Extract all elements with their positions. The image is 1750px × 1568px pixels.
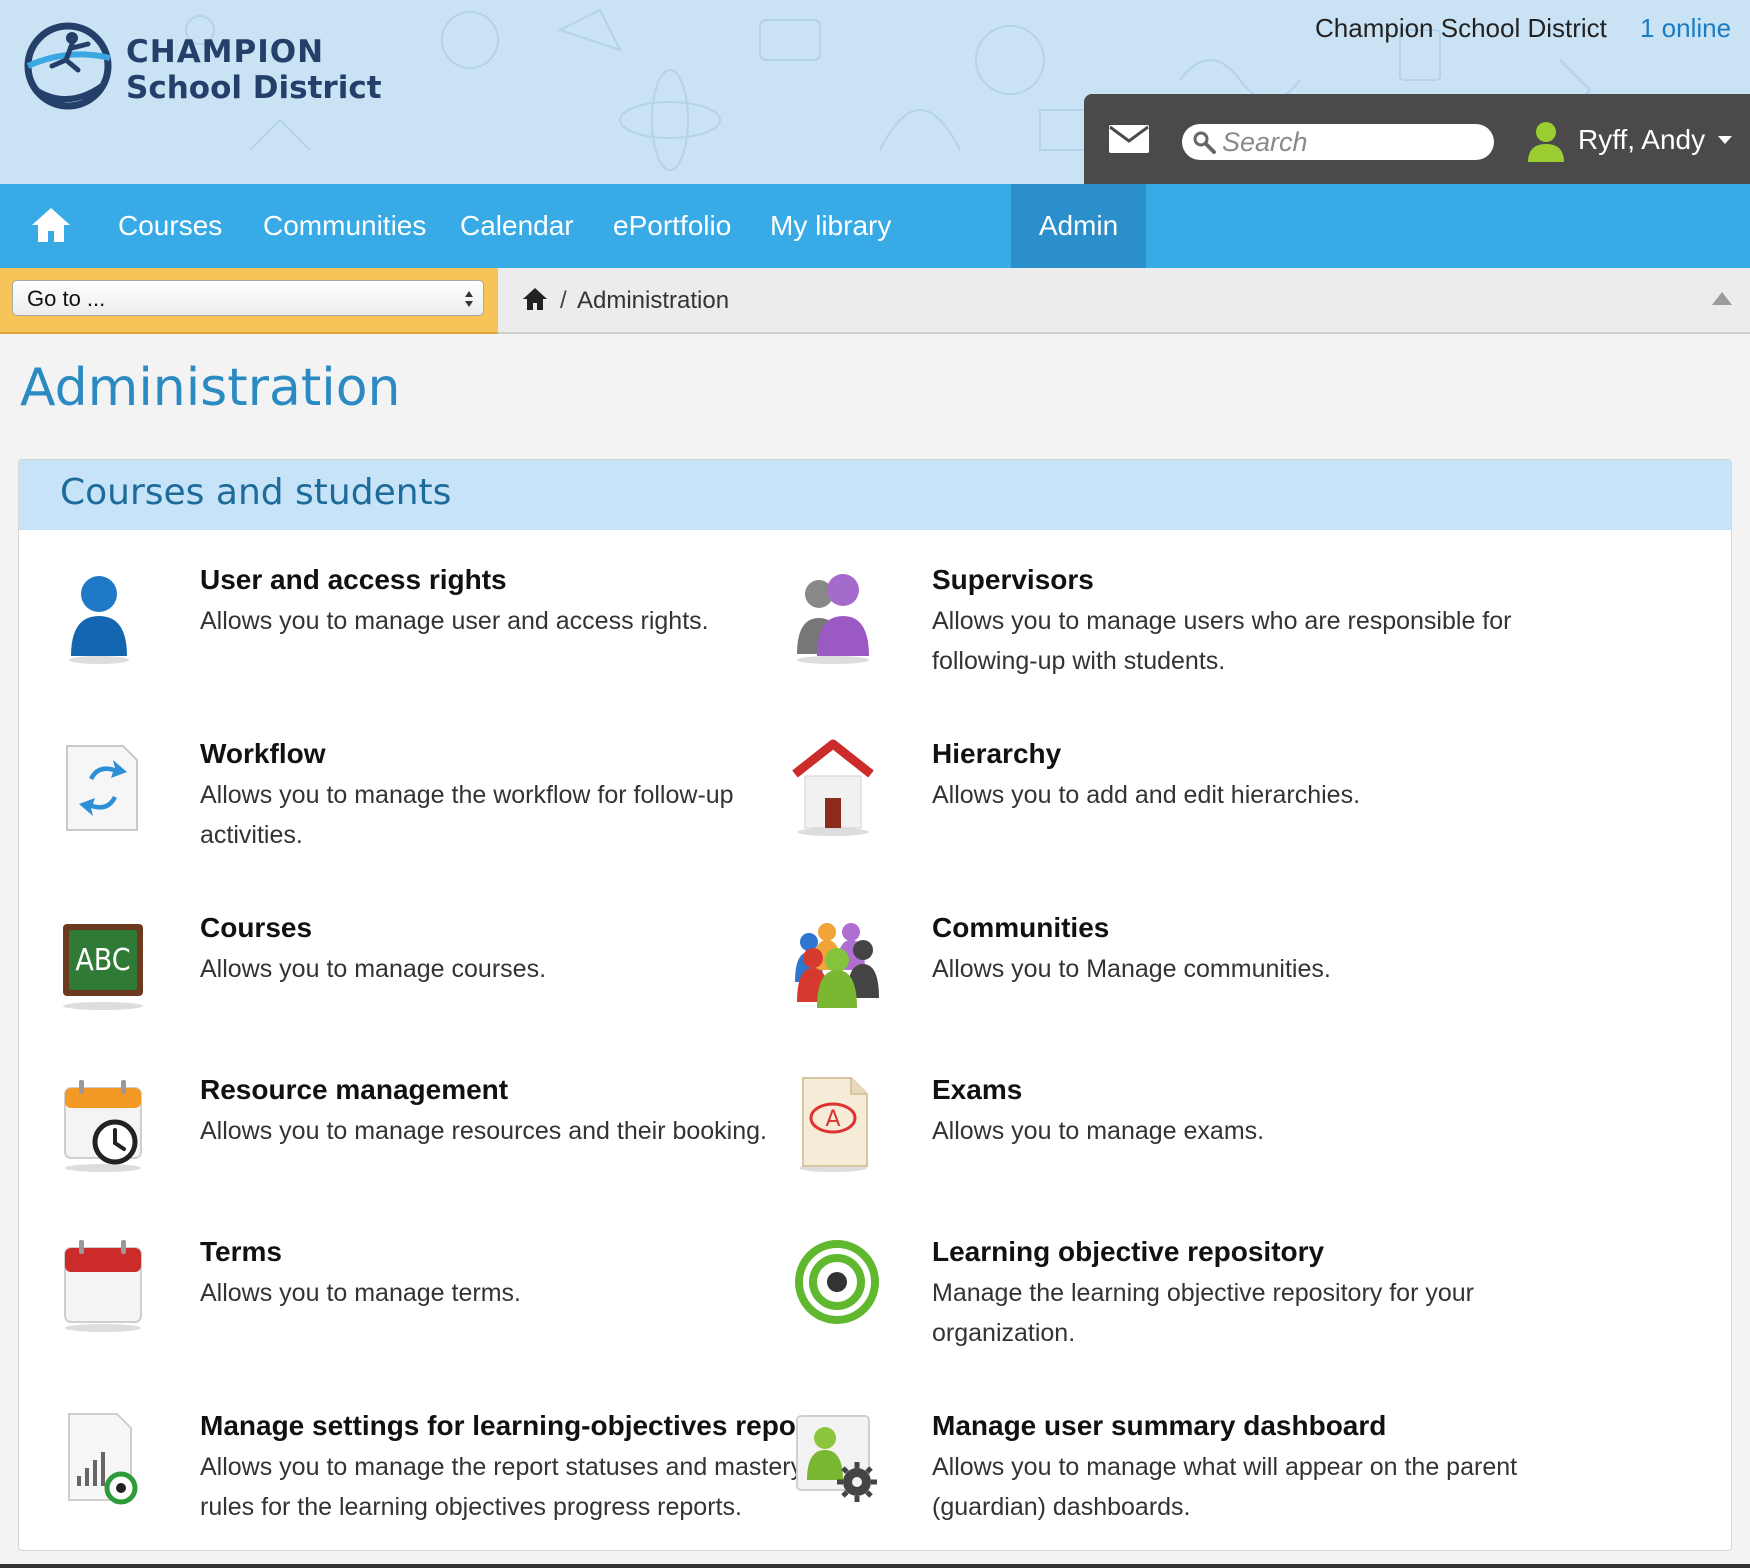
item-description: Allows you to manage exams. bbox=[932, 1117, 1265, 1145]
report-chart-icon bbox=[68, 1413, 138, 1505]
breadcrumb-toolbar: Go to ... / Administration bbox=[0, 268, 1750, 334]
champion-logo-icon bbox=[24, 22, 112, 110]
user-avatar-icon bbox=[1528, 122, 1564, 162]
item-title: User and access rights bbox=[200, 564, 507, 595]
nav-courses[interactable]: Courses bbox=[118, 184, 222, 268]
user-name: Ryff, Andy bbox=[1578, 124, 1706, 155]
panel-header: Courses and students bbox=[19, 460, 1731, 530]
bottom-divider bbox=[0, 1564, 1750, 1568]
item-description: Allows you to manage the workflow for fo… bbox=[200, 781, 734, 849]
item-description: Allows you to manage resources and their… bbox=[200, 1117, 767, 1145]
panel-title: Courses and students bbox=[60, 472, 452, 513]
chalkboard-abc-icon: ABC bbox=[63, 924, 143, 1010]
admin-item-communities[interactable]: Communities Allows you to Manage communi… bbox=[791, 912, 1551, 1062]
admin-item-hierarchy[interactable]: Hierarchy Allows you to add and edit hie… bbox=[791, 738, 1551, 888]
item-title: Courses bbox=[200, 912, 313, 943]
main-nav: Courses Communities Calendar ePortfolio … bbox=[0, 184, 1750, 268]
goto-container: Go to ... bbox=[0, 268, 498, 334]
nav-admin[interactable]: Admin bbox=[1011, 184, 1146, 268]
home-icon[interactable] bbox=[30, 206, 72, 244]
item-title: Supervisors bbox=[932, 564, 1094, 595]
collapse-up-icon[interactable] bbox=[1712, 292, 1732, 305]
item-title: Workflow bbox=[200, 738, 326, 769]
goto-label: Go to ... bbox=[27, 286, 106, 311]
item-description: Allows you to manage user and access rig… bbox=[200, 607, 709, 635]
page-title: Administration bbox=[20, 358, 401, 418]
item-description: Allows you to manage terms. bbox=[200, 1279, 521, 1307]
user-menu[interactable]: Ryff, Andy bbox=[1526, 118, 1746, 162]
calendar-clock-icon bbox=[64, 1080, 142, 1172]
admin-item-supervisors[interactable]: Supervisors Allows you to manage users w… bbox=[791, 564, 1551, 714]
item-description: Manage the learning objective repository… bbox=[932, 1279, 1474, 1347]
nav-my-library[interactable]: My library bbox=[770, 184, 891, 268]
supervisors-icon bbox=[797, 574, 869, 664]
nav-calendar[interactable]: Calendar bbox=[460, 184, 574, 268]
item-title: Terms bbox=[200, 1236, 282, 1267]
search-box bbox=[1182, 124, 1494, 160]
search-icon bbox=[1193, 131, 1216, 154]
admin-item-learning-objective-repository[interactable]: Learning objective repository Manage the… bbox=[791, 1236, 1551, 1386]
admin-item-user-access-rights[interactable]: User and access rights Allows you to man… bbox=[59, 564, 819, 714]
svg-text:ABC: ABC bbox=[75, 943, 130, 978]
courses-and-students-panel: Courses and students User and access rig… bbox=[18, 459, 1732, 1551]
item-description: Allows you to manage the report statuses… bbox=[200, 1453, 804, 1521]
admin-item-workflow[interactable]: Workflow Allows you to manage the workfl… bbox=[59, 738, 819, 888]
item-description: Allows you to manage users who are respo… bbox=[932, 607, 1512, 675]
admin-item-resource-management[interactable]: Resource management Allows you to manage… bbox=[59, 1074, 819, 1224]
district-name: Champion School District bbox=[1315, 13, 1607, 43]
online-users-link[interactable]: 1 online bbox=[1640, 13, 1731, 44]
svg-text:A: A bbox=[825, 1107, 840, 1132]
breadcrumb-separator: / bbox=[560, 287, 567, 314]
item-title: Learning objective repository bbox=[932, 1236, 1325, 1267]
item-description: Allows you to manage what will appear on… bbox=[932, 1453, 1518, 1521]
logo-text-line2: School District bbox=[126, 70, 382, 106]
chevron-down-icon bbox=[1718, 136, 1732, 144]
user-toolbar: Ryff, Andy bbox=[1084, 94, 1750, 184]
user-settings-icon bbox=[796, 1415, 877, 1502]
user-icon bbox=[69, 576, 129, 664]
admin-item-user-summary-dashboard[interactable]: Manage user summary dashboard Allows you… bbox=[791, 1410, 1551, 1550]
target-icon bbox=[795, 1240, 879, 1324]
nav-eportfolio[interactable]: ePortfolio bbox=[613, 184, 731, 268]
goto-select[interactable]: Go to ... bbox=[12, 280, 484, 316]
workflow-icon bbox=[66, 745, 138, 831]
admin-item-exams[interactable]: A Exams Allows you to manage exams. bbox=[791, 1074, 1551, 1224]
nav-communities[interactable]: Communities bbox=[263, 184, 426, 268]
calendar-icon bbox=[64, 1240, 142, 1332]
admin-item-terms[interactable]: Terms Allows you to manage terms. bbox=[59, 1236, 819, 1386]
house-icon bbox=[792, 739, 874, 836]
item-title: Resource management bbox=[200, 1074, 509, 1105]
mail-icon[interactable] bbox=[1108, 124, 1150, 154]
select-arrows-icon bbox=[465, 291, 473, 307]
item-title: Communities bbox=[932, 912, 1110, 943]
logo-text-line1: CHAMPION bbox=[126, 34, 325, 70]
item-title: Exams bbox=[932, 1074, 1023, 1105]
group-icon bbox=[795, 923, 879, 1008]
breadcrumb-current: Administration bbox=[577, 287, 730, 314]
item-title: Manage user summary dashboard bbox=[932, 1410, 1387, 1441]
admin-item-learning-objectives-reports[interactable]: Manage settings for learning-objectives … bbox=[59, 1410, 832, 1550]
item-description: Allows you to manage courses. bbox=[200, 955, 547, 983]
item-title: Manage settings for learning-objectives … bbox=[200, 1410, 832, 1441]
item-description: Allows you to add and edit hierarchies. bbox=[932, 781, 1361, 809]
item-description: Allows you to Manage communities. bbox=[932, 955, 1331, 983]
admin-item-courses[interactable]: ABC Courses Allows you to manage courses… bbox=[59, 912, 819, 1062]
district-logo[interactable]: CHAMPION School District bbox=[22, 20, 392, 120]
search-input[interactable] bbox=[1222, 126, 1484, 158]
header: CHAMPION School District Champion School… bbox=[0, 0, 1750, 184]
breadcrumb-home-icon[interactable] bbox=[522, 286, 548, 312]
exam-paper-icon: A bbox=[799, 1077, 868, 1172]
item-title: Hierarchy bbox=[932, 738, 1062, 769]
